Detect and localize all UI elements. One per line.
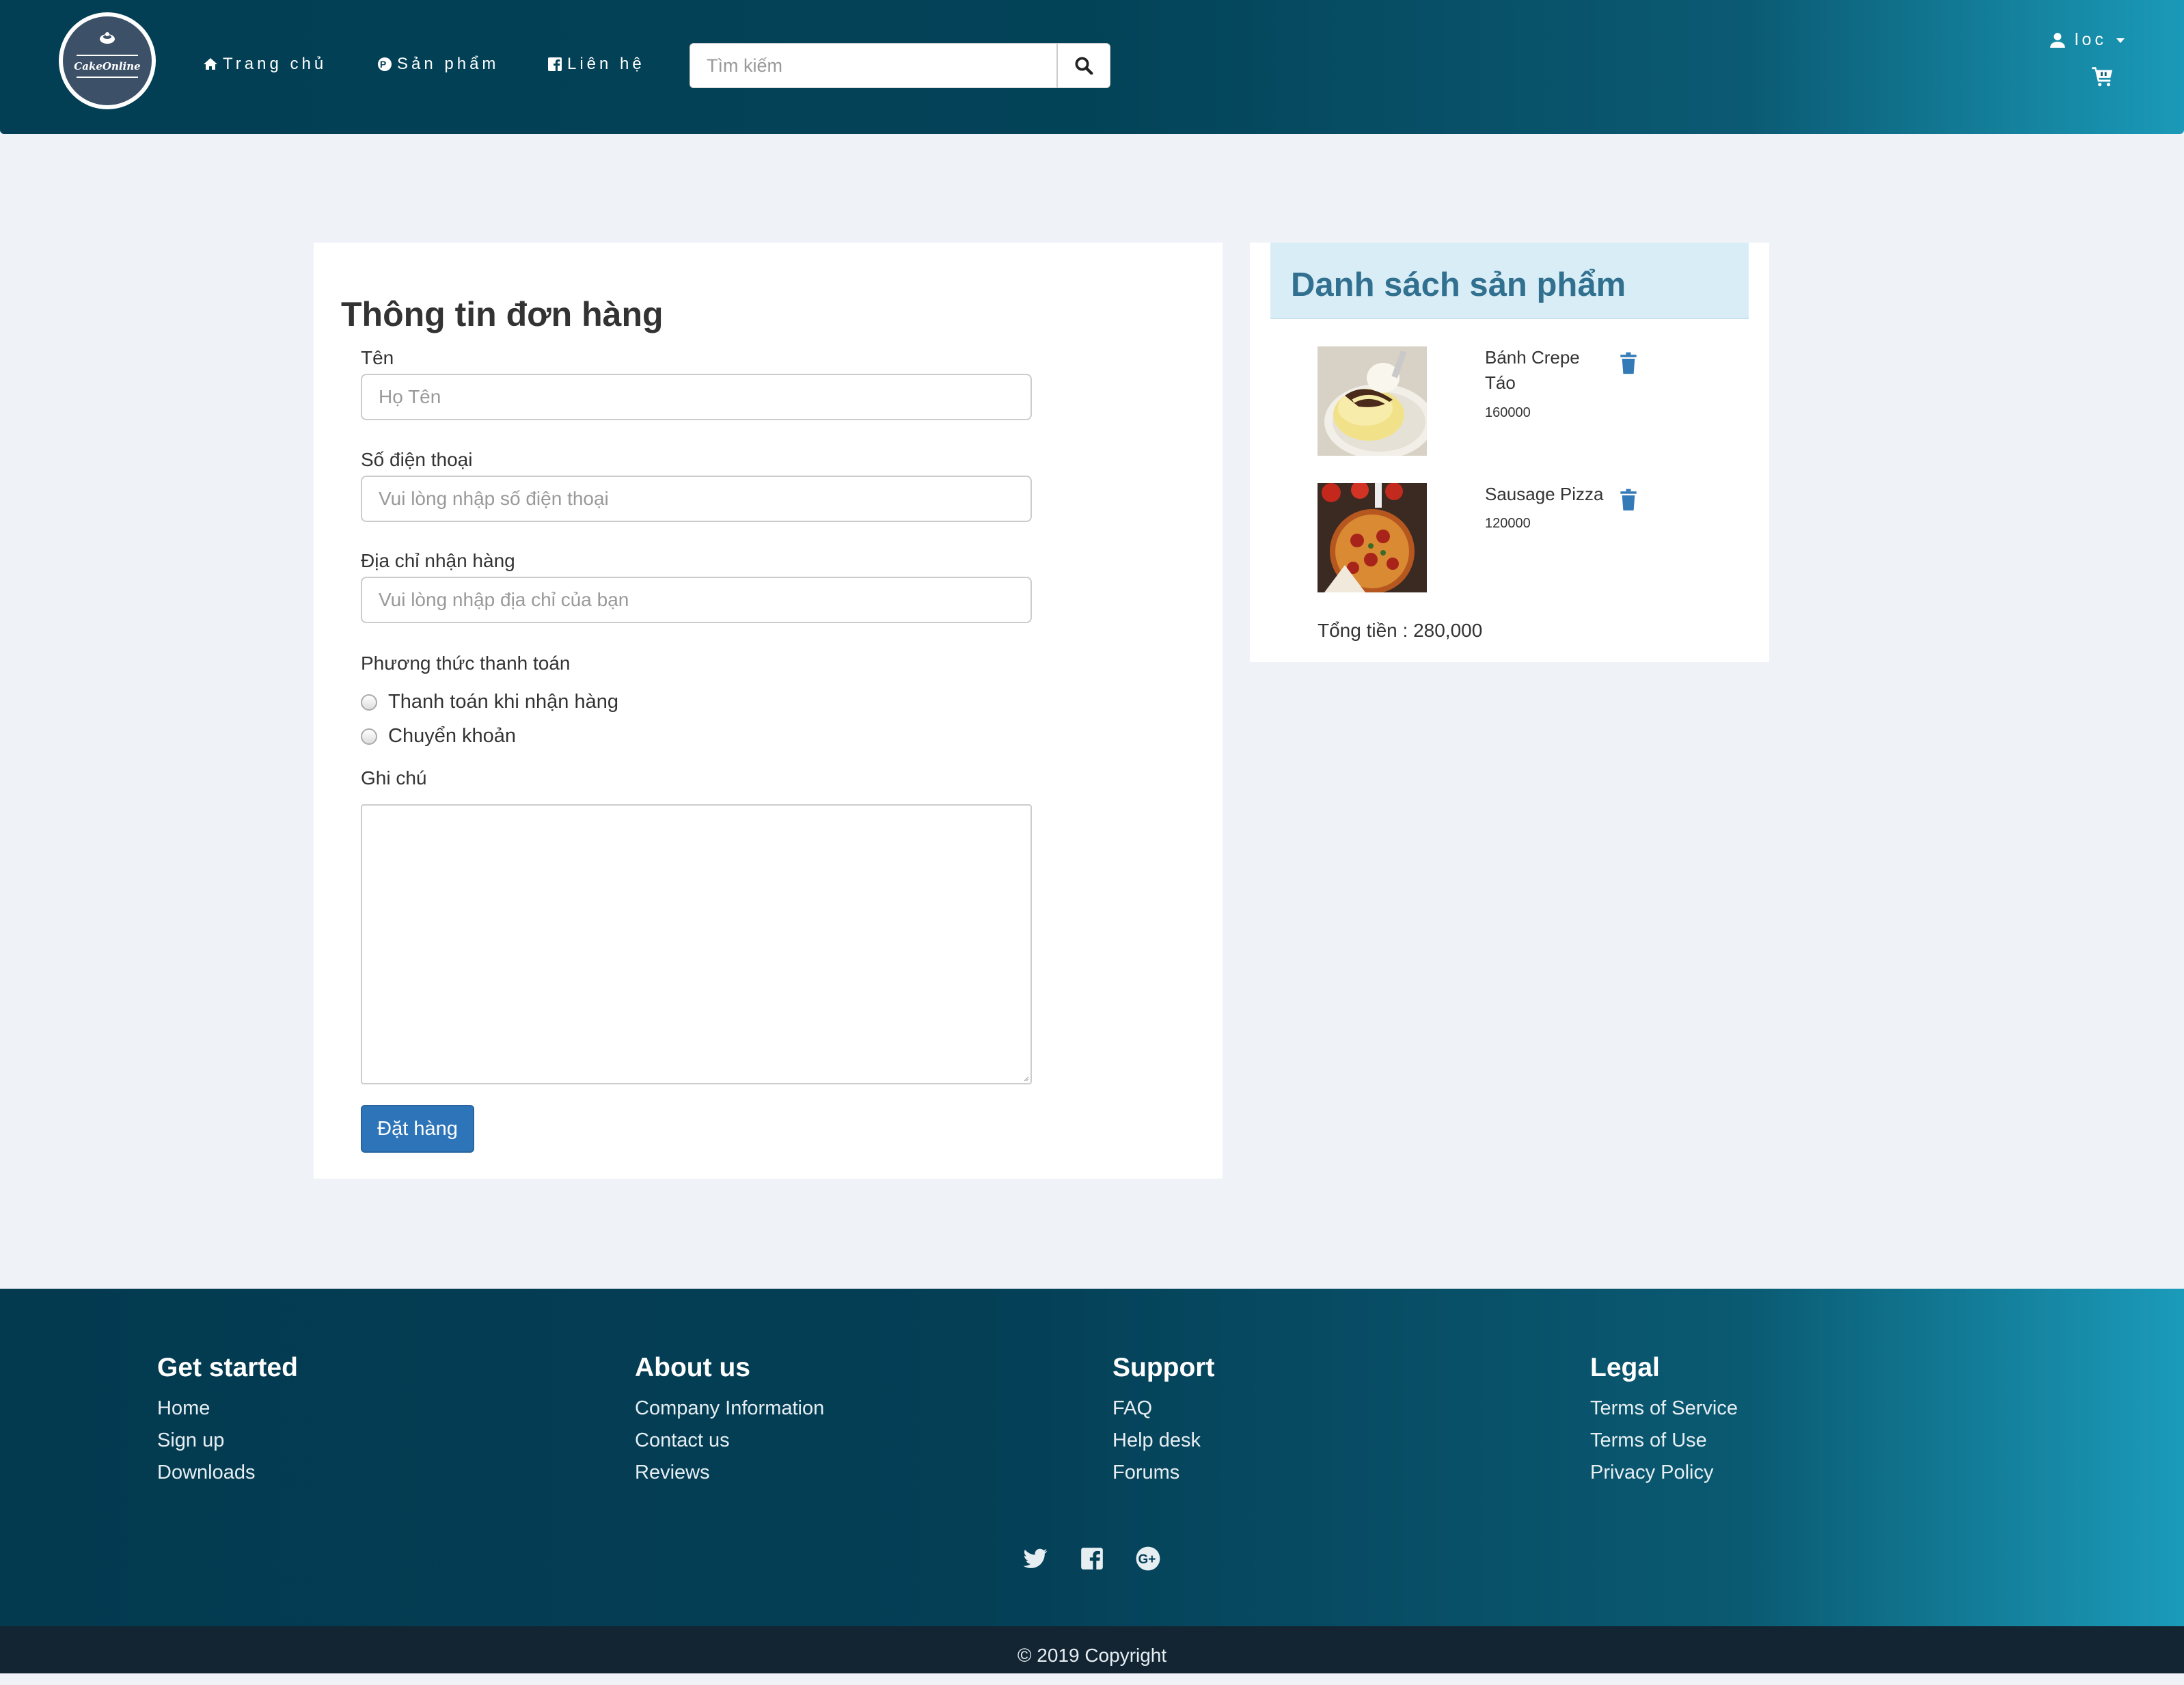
twitter-icon: [1023, 1548, 1048, 1568]
home-icon: [204, 58, 217, 70]
product-name: Sausage Pizza: [1485, 484, 1604, 504]
remove-item-button[interactable]: [1619, 352, 1638, 379]
product-price: 160000: [1485, 405, 1531, 420]
product-list-panel: Danh sách sản phẩm Bánh Crepe Táo 160000: [1250, 243, 1769, 662]
nav-products[interactable]: P Sản phẩm: [377, 55, 499, 74]
payment-method-label: Phương thức thanh toán: [361, 653, 571, 674]
product-list-heading: Danh sách sản phẩm: [1270, 243, 1749, 319]
nav-home[interactable]: Trang chủ: [202, 55, 327, 74]
address-field[interactable]: [361, 577, 1032, 623]
footer-link-reviews[interactable]: Reviews: [635, 1457, 824, 1489]
nav-products-label: Sản phẩm: [397, 55, 500, 73]
footer-link-home[interactable]: Home: [157, 1393, 298, 1425]
payment-option-cod[interactable]: Thanh toán khi nhận hàng: [361, 691, 618, 713]
google-plus-icon: G+: [1136, 1546, 1160, 1571]
shopping-cart-icon: [2092, 67, 2113, 87]
phone-field[interactable]: [361, 476, 1032, 522]
footer-link-privacy-policy[interactable]: Privacy Policy: [1590, 1457, 1738, 1489]
footer-link-forums[interactable]: Forums: [1113, 1457, 1214, 1489]
payment-option-transfer[interactable]: Chuyển khoản: [361, 725, 516, 748]
footer-heading: Get started: [157, 1353, 298, 1382]
logo-divider-bottom: [77, 77, 138, 78]
footer-heading: Support: [1113, 1353, 1215, 1382]
cart-button[interactable]: [2091, 64, 2114, 91]
footer-link-sign-up[interactable]: Sign up: [157, 1425, 298, 1457]
product-image-pizza[interactable]: [1318, 483, 1427, 592]
product-name: Bánh Crepe Táo: [1485, 347, 1580, 393]
trash-icon: [1620, 352, 1637, 374]
payment-transfer-radio[interactable]: [361, 728, 377, 745]
remove-item-button[interactable]: [1619, 489, 1638, 515]
trash-icon: [1620, 489, 1637, 511]
payment-cod-radio[interactable]: [361, 694, 377, 711]
product-image-crepe[interactable]: [1318, 346, 1427, 456]
nav-contact[interactable]: Liên hệ: [547, 55, 645, 74]
search-button[interactable]: [1056, 44, 1110, 87]
resize-handle-icon: [1024, 1076, 1029, 1082]
footer-link-downloads[interactable]: Downloads: [157, 1457, 298, 1489]
order-form-title: Thông tin đơn hàng: [341, 295, 664, 333]
order-form-panel: Thông tin đơn hàng Tên Số điện thoại Địa…: [314, 243, 1223, 1179]
copyright-bar: © 2019 Copyright: [0, 1626, 2184, 1673]
cake-icon: [98, 31, 116, 49]
place-order-button[interactable]: Đặt hàng: [361, 1105, 474, 1153]
search-icon: [1075, 57, 1093, 75]
payment-cod-label: Thanh toán khi nhận hàng: [388, 691, 618, 713]
footer-column-about-us: About us Company Information Contact us …: [635, 1353, 824, 1489]
name-label: Tên: [361, 347, 394, 368]
top-navbar: CakeOnline Trang chủ P Sản phẩm Liên hệ …: [0, 0, 2184, 134]
user-icon: [2050, 32, 2065, 48]
facebook-icon: [1081, 1548, 1103, 1570]
footer-link-terms-of-use[interactable]: Terms of Use: [1590, 1425, 1738, 1457]
facebook-icon: [548, 57, 562, 71]
footer-column-support: Support FAQ Help desk Forums: [1113, 1353, 1214, 1489]
search-bar: [690, 43, 1110, 88]
svg-text:P: P: [380, 59, 390, 70]
search-input[interactable]: [690, 44, 1056, 87]
footer-link-terms-of-service[interactable]: Terms of Service: [1590, 1393, 1738, 1425]
user-name: loc: [2075, 30, 2107, 49]
product-icon: P: [378, 57, 392, 71]
note-textarea[interactable]: [361, 804, 1032, 1084]
nav-home-label: Trang chủ: [223, 55, 327, 73]
note-label: Ghi chú: [361, 767, 427, 789]
logo-text: CakeOnline: [74, 60, 141, 72]
footer-column-get-started: Get started Home Sign up Downloads: [157, 1353, 298, 1489]
site-logo[interactable]: CakeOnline: [59, 12, 156, 109]
footer-link-company-information[interactable]: Company Information: [635, 1393, 824, 1425]
footer-link-help-desk[interactable]: Help desk: [1113, 1425, 1214, 1457]
footer-link-faq[interactable]: FAQ: [1113, 1393, 1214, 1425]
logo-badge: CakeOnline: [63, 16, 152, 105]
footer-heading: Legal: [1590, 1353, 1660, 1382]
nav-contact-label: Liên hệ: [567, 55, 645, 73]
site-footer: Get started Home Sign up Downloads About…: [0, 1289, 2184, 1626]
google-plus-link[interactable]: G+: [1135, 1546, 1161, 1575]
footer-link-contact-us[interactable]: Contact us: [635, 1425, 824, 1457]
address-label: Địa chỉ nhận hàng: [361, 550, 515, 571]
footer-heading: About us: [635, 1353, 750, 1382]
product-price: 120000: [1485, 516, 1531, 531]
order-total: Tổng tiền : 280,000: [1318, 620, 1483, 641]
product-list-title: Danh sách sản phẩm: [1291, 266, 1626, 303]
name-field[interactable]: [361, 374, 1032, 420]
copyright-text: © 2019 Copyright: [1017, 1645, 1167, 1666]
caret-down-icon: [2116, 38, 2125, 43]
user-dropdown[interactable]: loc: [2049, 30, 2126, 50]
logo-divider-top: [77, 55, 138, 56]
twitter-link[interactable]: [1022, 1546, 1048, 1575]
facebook-link[interactable]: [1079, 1546, 1105, 1575]
footer-column-legal: Legal Terms of Service Terms of Use Priv…: [1590, 1353, 1738, 1489]
svg-text:G+: G+: [1138, 1552, 1156, 1567]
payment-transfer-label: Chuyển khoản: [388, 725, 517, 747]
phone-label: Số điện thoại: [361, 449, 473, 470]
